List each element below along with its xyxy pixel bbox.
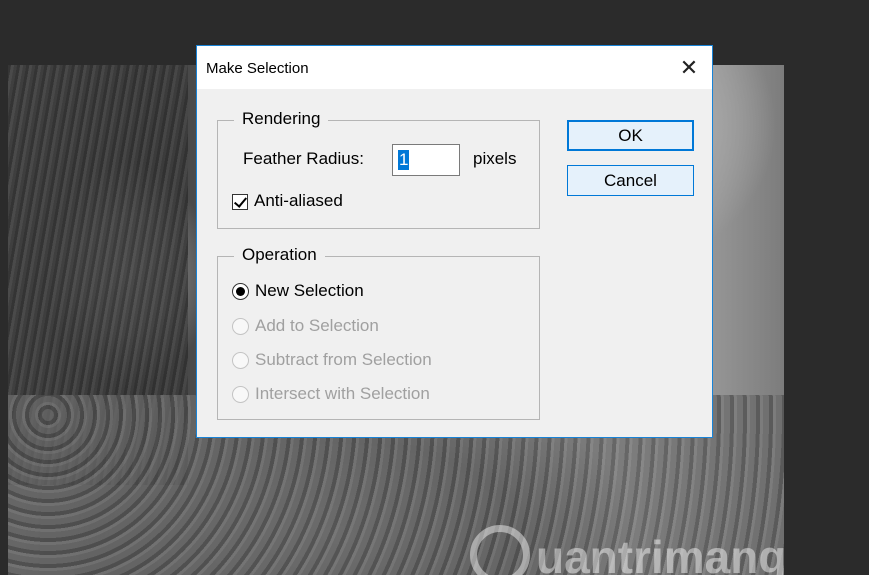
feather-radius-label: Feather Radius: [243,149,364,168]
subtract-from-selection-radio[interactable] [232,352,249,369]
checkmark-icon [233,194,248,208]
intersect-with-selection-radio[interactable] [232,386,249,403]
anti-aliased-label[interactable]: Anti-aliased [254,191,343,211]
dialog-title: Make Selection [206,60,309,77]
subtract-from-selection-label[interactable]: Subtract from Selection [255,350,432,370]
watermark-text: uantrimang [536,531,784,575]
feather-radius-value: 1 [398,150,410,170]
feather-unit-label: pixels [473,149,517,168]
ok-button[interactable]: OK [567,120,694,151]
title-bar: Make Selection ✕ [197,46,712,89]
radio-dot-icon [236,287,245,296]
operation-legend: Operation [234,245,325,265]
rendering-group: Rendering Feather Radius: 1 pixels Anti-… [217,109,540,229]
make-selection-dialog: Make Selection ✕ Rendering Feather Radiu… [196,45,713,438]
rendering-legend: Rendering [234,109,329,129]
close-icon[interactable]: ✕ [666,46,712,89]
add-to-selection-radio[interactable] [232,318,249,335]
new-selection-radio[interactable] [232,283,249,300]
feather-radius-input[interactable]: 1 [392,144,460,176]
new-selection-label[interactable]: New Selection [255,281,364,301]
cancel-button[interactable]: Cancel [567,165,694,196]
intersect-with-selection-label[interactable]: Intersect with Selection [255,384,430,404]
anti-aliased-checkbox[interactable] [232,194,248,210]
operation-group: Operation New Selection Add to Selection… [217,245,540,420]
add-to-selection-label[interactable]: Add to Selection [255,316,379,336]
